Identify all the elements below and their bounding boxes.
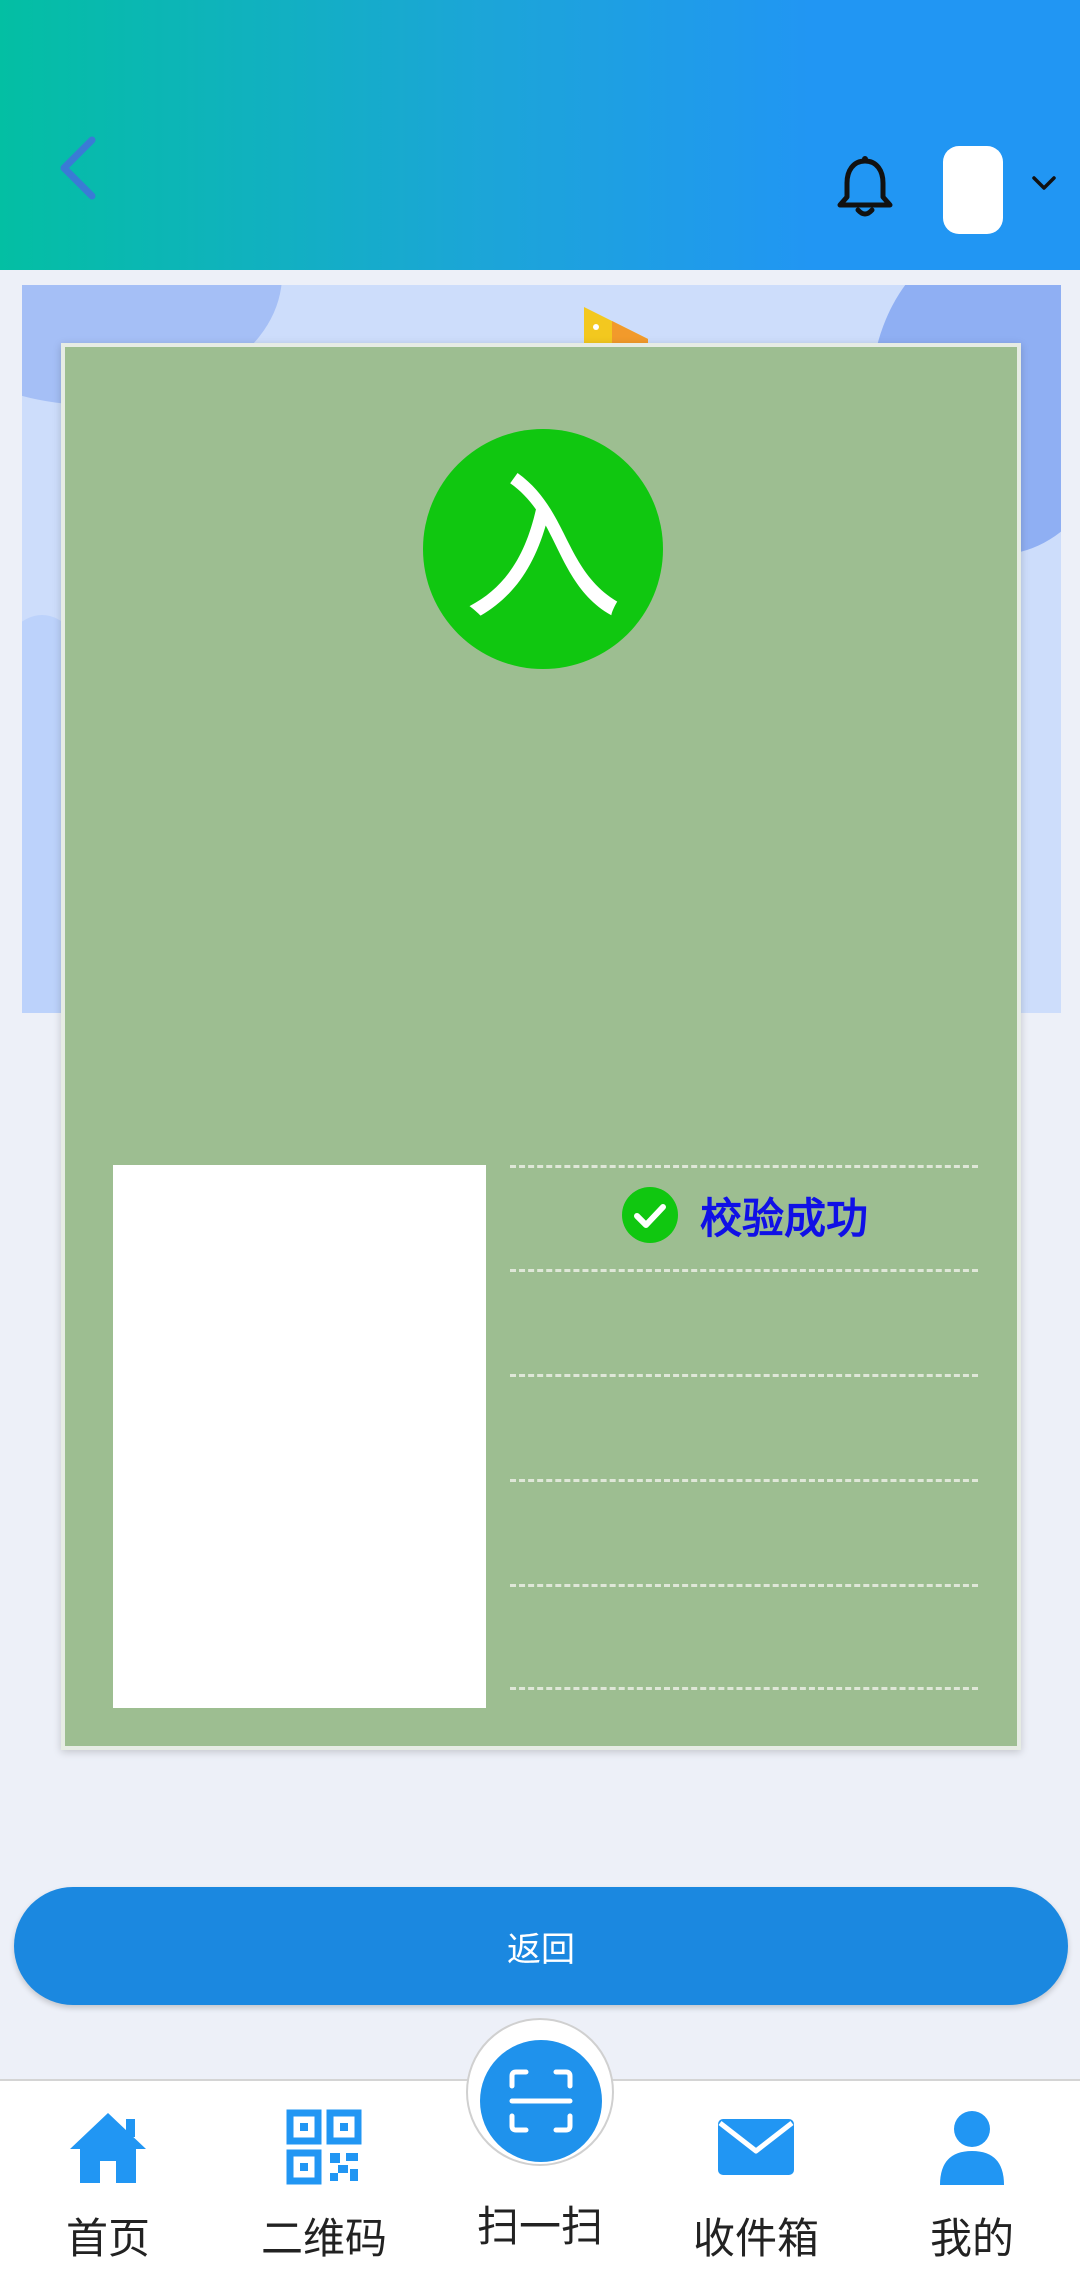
tab-scan-label[interactable]: 扫一扫 xyxy=(432,2193,648,2254)
app-header xyxy=(0,0,1080,270)
tab-inbox[interactable]: 收件箱 xyxy=(648,2099,864,2279)
divider xyxy=(510,1479,978,1482)
divider xyxy=(510,1374,978,1377)
tab-qr-code[interactable]: 二维码 xyxy=(216,2099,432,2279)
scan-button[interactable] xyxy=(480,2040,602,2162)
pass-card: 入 校验成功 xyxy=(61,343,1021,1750)
check-circle-icon xyxy=(621,1187,678,1243)
qr-code-icon xyxy=(286,2109,362,2185)
scan-icon xyxy=(509,2069,573,2133)
avatar[interactable] xyxy=(943,146,1003,234)
verify-status: 校验成功 xyxy=(510,1165,978,1265)
user-icon xyxy=(940,2111,1004,2185)
tab-profile[interactable]: 我的 xyxy=(864,2099,1080,2279)
chevron-left-icon[interactable] xyxy=(50,128,110,208)
chevron-down-icon[interactable] xyxy=(1028,172,1060,194)
divider xyxy=(510,1584,978,1587)
bell-icon[interactable] xyxy=(835,155,895,221)
tab-qr-code-label: 二维码 xyxy=(260,2214,387,2263)
photo-placeholder xyxy=(113,1165,486,1708)
divider xyxy=(510,1687,978,1690)
tab-home[interactable]: 首页 xyxy=(0,2099,216,2279)
return-button-label: 返回 xyxy=(507,1929,575,1970)
entry-status-badge: 入 xyxy=(423,429,663,669)
mail-icon xyxy=(718,2119,794,2175)
tab-profile-label: 我的 xyxy=(929,2214,1014,2263)
verify-status-text: 校验成功 xyxy=(699,1193,868,1243)
divider xyxy=(510,1269,978,1272)
tab-inbox-label: 收件箱 xyxy=(692,2214,819,2263)
entry-status-glyph: 入 xyxy=(462,455,623,642)
home-icon xyxy=(70,2113,146,2183)
tab-home-label: 首页 xyxy=(65,2214,150,2263)
return-button[interactable]: 返回 xyxy=(14,1887,1068,2005)
